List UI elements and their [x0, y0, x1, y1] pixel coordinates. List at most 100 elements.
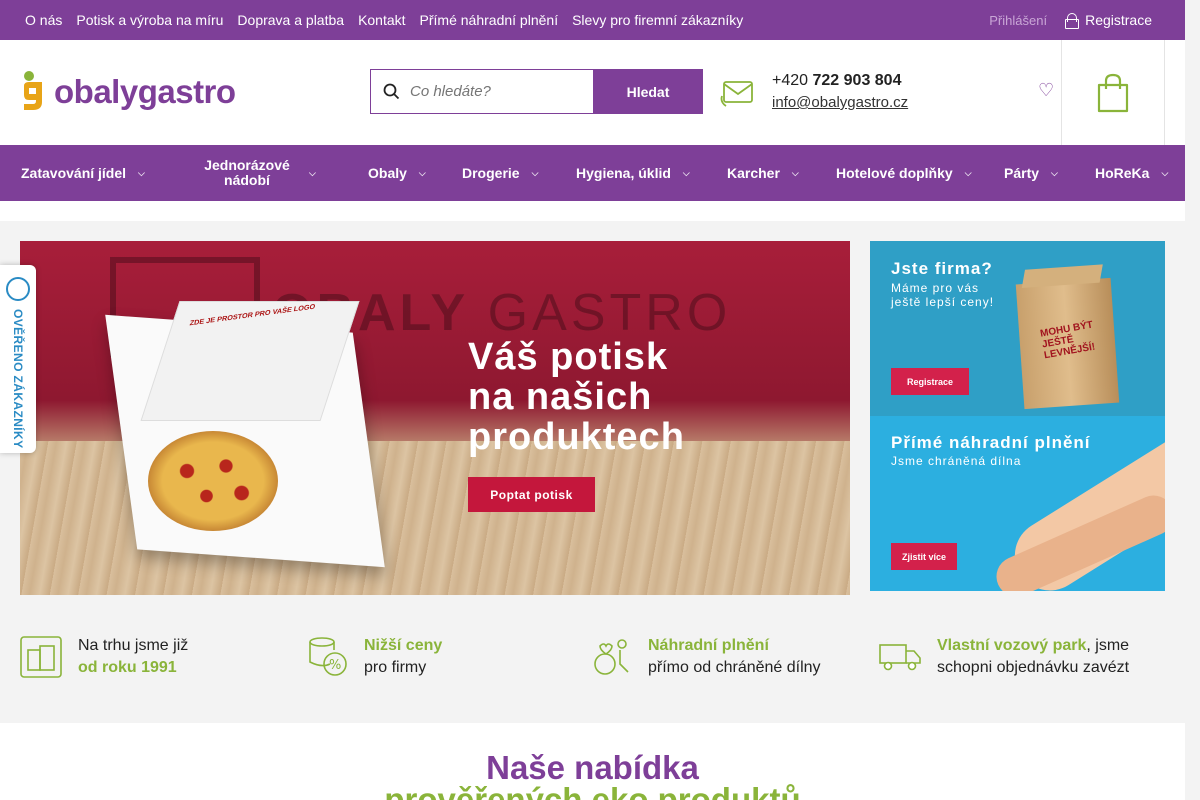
login-link[interactable]: Přihlášení: [989, 13, 1047, 28]
usp-text: Náhradní plnění přímo od chráněné dílny: [648, 635, 821, 679]
logo-text: obalygastro: [54, 75, 236, 108]
truck-icon: [879, 644, 921, 671]
coins-percent-icon: %: [309, 637, 347, 676]
top-link-shipping[interactable]: Doprava a platba: [230, 12, 351, 28]
register-link[interactable]: Registrace: [1065, 12, 1152, 29]
side-more-button[interactable]: Zjistit více: [891, 543, 957, 570]
nav-label: Jednorázové nádobí: [204, 157, 290, 188]
cart-button[interactable]: [1061, 40, 1165, 145]
usp-prices: % Nižší ceny pro firmy: [308, 635, 442, 679]
side-banner-title: Přímé náhradní plnění: [891, 433, 1091, 452]
hero-cta-button[interactable]: Poptat potisk: [468, 477, 595, 512]
pizza-box-text: ZDE JE PROSTOR PRO VAŠE LOGO: [188, 303, 316, 328]
verified-seal-icon: [6, 277, 30, 301]
offer-section: Naše nabídka prověřených eko produktů: [0, 723, 1185, 800]
side-register-button[interactable]: Registrace: [891, 368, 969, 395]
usp-text: Nižší ceny pro firmy: [364, 635, 442, 679]
side-banner-sub: Máme pro vás: [891, 281, 980, 295]
side-banner-substitute[interactable]: Přímé náhradní plnění Jsme chráněná díln…: [870, 416, 1165, 591]
chevron-down-icon: ⌵: [791, 167, 799, 178]
chevron-down-icon: ⌵: [418, 167, 426, 178]
usp-since: Na trhu jsme již od roku 1991: [20, 635, 188, 679]
lock-icon: [1065, 13, 1080, 29]
nav-label: Obaly: [368, 164, 407, 181]
contact-block: +420 722 903 804 info@obalygastro.cz: [720, 72, 908, 111]
chevron-down-icon: ⌵: [1051, 167, 1058, 178]
phone-main: 722 903 804: [812, 72, 902, 89]
nav-label: Hygiena, úklid: [576, 164, 671, 181]
svg-text:%: %: [329, 658, 341, 673]
top-links: O nás Potisk a výroba na míru Doprava a …: [0, 12, 750, 28]
chevron-down-icon: ⌵: [964, 167, 972, 178]
logo-mark-icon: [24, 71, 42, 110]
search-button[interactable]: Hledat: [593, 69, 703, 114]
nav-item-hotel[interactable]: Hotelové doplňky ⌵: [836, 145, 972, 201]
nav-spacer: [0, 201, 1185, 221]
usp-line: Vlastní vozový park, jsme: [937, 635, 1129, 657]
nav-item-packaging[interactable]: Obaly ⌵: [368, 145, 426, 201]
search-icon: [383, 83, 400, 100]
search-box: [370, 69, 593, 114]
usp-line: pro firmy: [364, 659, 427, 676]
search-bar: Hledat: [370, 69, 703, 114]
search-input[interactable]: [410, 83, 580, 100]
usp-text: Vlastní vozový park, jsme schopni objedn…: [937, 635, 1129, 679]
pizza-image: [148, 431, 278, 531]
nav-item-hygiene[interactable]: Hygiena, úklid ⌵: [576, 145, 690, 201]
usp-line-highlight: Nižší ceny: [364, 637, 443, 654]
logo-text-a: obaly: [54, 72, 138, 110]
mail-phone-icon: [720, 80, 753, 107]
nav-label: HoReKa: [1095, 164, 1150, 181]
register-label: Registrace: [1085, 12, 1152, 28]
side-banner-sub: ještě lepší ceny!: [891, 295, 995, 309]
usp-row: Na trhu jsme již od roku 1991 % Nižší ce…: [0, 615, 1185, 723]
top-link-print[interactable]: Potisk a výroba na míru: [69, 12, 230, 28]
offer-subtitle: prověřených eko produktů: [384, 781, 801, 800]
usp-fleet: Vlastní vozový park, jsme schopni objedn…: [879, 635, 1129, 679]
usp-line-highlight: Náhradní plnění: [648, 637, 769, 654]
main-nav: Zatavování jídel ⌵ Jednorázové nádobí ⌵ Ob…: [0, 145, 1185, 201]
offer-title: Naše nabídka: [486, 749, 699, 786]
hero-headline-line: Váš potisk: [468, 336, 669, 378]
top-link-discounts[interactable]: Slevy pro firemní zákazníky: [565, 12, 750, 28]
phone-number[interactable]: +420 722 903 804: [772, 72, 908, 90]
phone-prefix: +420: [772, 72, 809, 89]
shopping-bag-icon: [1097, 73, 1129, 112]
side-banner-sub: Jsme chráněná dílna: [891, 454, 1022, 468]
nav-label: Karcher: [727, 164, 780, 181]
side-banner-company[interactable]: Jste firma? Máme pro vás ještě lepší cen…: [870, 241, 1165, 416]
wheelchair-heart-icon: [594, 639, 629, 675]
hero-headline-line: produktech: [468, 416, 685, 458]
top-link-about[interactable]: O nás: [18, 12, 69, 28]
usp-line: Na trhu jsme již: [78, 637, 189, 654]
nav-item-karcher[interactable]: Karcher ⌵: [727, 145, 799, 201]
nav-label: Zatavování jídel: [21, 164, 127, 181]
nav-item-horeka[interactable]: HoReKa ⌵: [1095, 145, 1168, 201]
packages-icon: [20, 636, 62, 678]
top-link-contact[interactable]: Kontakt: [351, 12, 412, 28]
favorites-icon[interactable]: ♡: [1038, 80, 1054, 101]
nav-item-party[interactable]: Párty ⌵: [1004, 145, 1058, 201]
verified-badge[interactable]: OVĚŘENO ZÁKAZNÍKY: [0, 265, 36, 453]
usp-text: Na trhu jsme již od roku 1991: [78, 635, 188, 679]
nav-item-drugstore[interactable]: Drogerie ⌵: [462, 145, 538, 201]
chevron-down-icon: ⌵: [682, 167, 690, 178]
usp-line-highlight: Vlastní vozový park: [937, 637, 1087, 654]
paper-bag-image: MOHU BÝT JEŠTĚ LEVNĚJŠÍ!: [1015, 277, 1120, 410]
site-header: obalygastro Hledat +420 722 903 804 info…: [0, 40, 1185, 145]
side-banner-title: Jste firma?: [891, 259, 993, 278]
hero-banner[interactable]: OBALY GASTRO ZDE JE PROSTOR PRO VAŠE LOG…: [20, 241, 850, 595]
usp-line: schopni objednávku zavézt: [937, 659, 1130, 676]
account-links: Přihlášení Registrace: [989, 0, 1152, 40]
hero-headline: Váš potisk na našich produktech: [468, 337, 685, 457]
nav-item-disposable[interactable]: Jednorázové nádobí ⌵: [197, 145, 337, 201]
logo-text-b: gastro: [137, 72, 236, 110]
logo[interactable]: obalygastro: [20, 70, 236, 112]
top-link-substitute[interactable]: Přímé náhradní plnění: [413, 12, 566, 28]
usp-substitute: Náhradní plnění přímo od chráněné dílny: [592, 635, 821, 679]
nav-label: Drogerie: [462, 164, 520, 181]
badge-text: OVĚŘENO ZÁKAZNÍKY: [11, 309, 25, 449]
contact-lines: +420 722 903 804 info@obalygastro.cz: [772, 72, 908, 111]
email-link[interactable]: info@obalygastro.cz: [772, 94, 908, 111]
nav-item-sealing[interactable]: Zatavování jídel ⌵: [21, 145, 145, 201]
